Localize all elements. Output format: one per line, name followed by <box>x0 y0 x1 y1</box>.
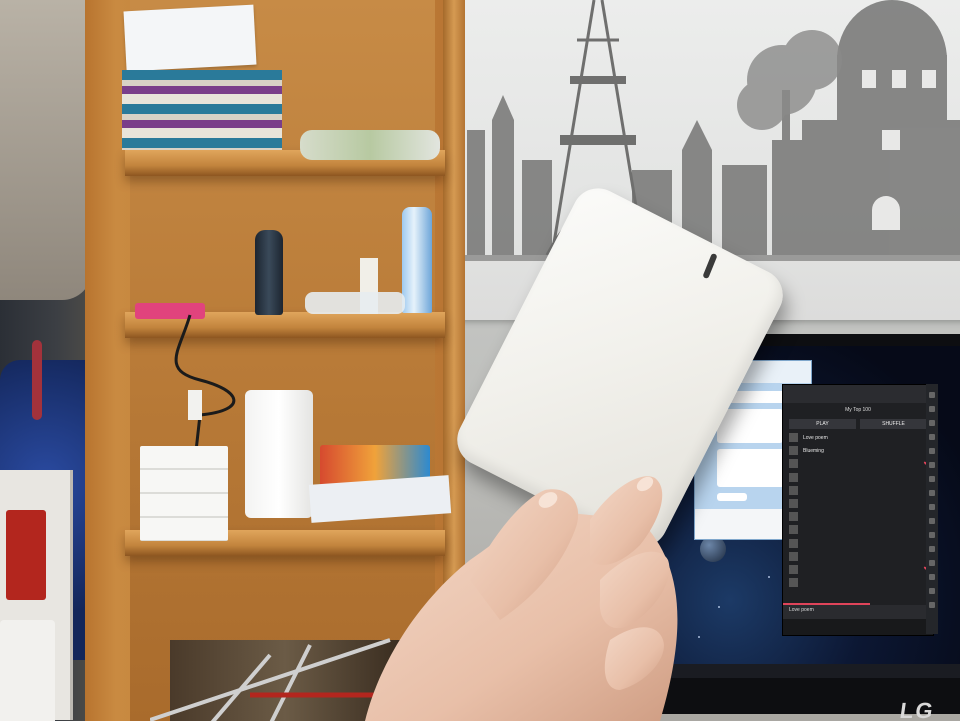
photo-scene: LG My Top 100 PLAY SHUFFLE Love poem Blu… <box>0 0 960 721</box>
hand <box>365 476 678 721</box>
